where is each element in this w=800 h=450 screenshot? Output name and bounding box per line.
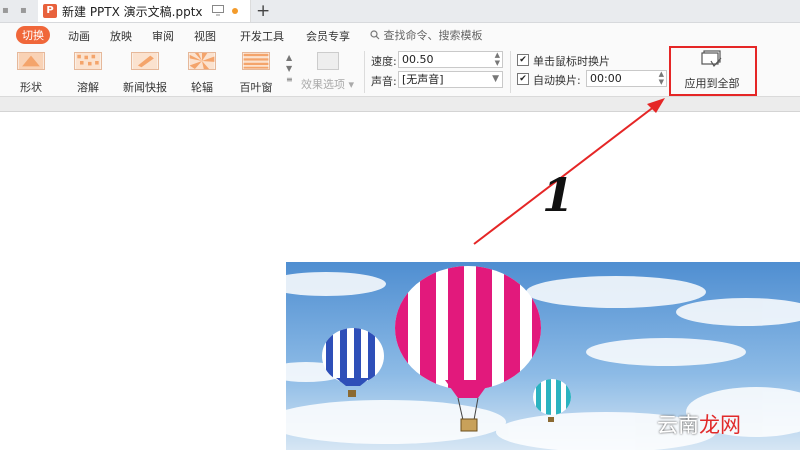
site-watermark: 云南龙网 <box>657 413 741 437</box>
step-number-annotation: 1 <box>542 168 575 222</box>
